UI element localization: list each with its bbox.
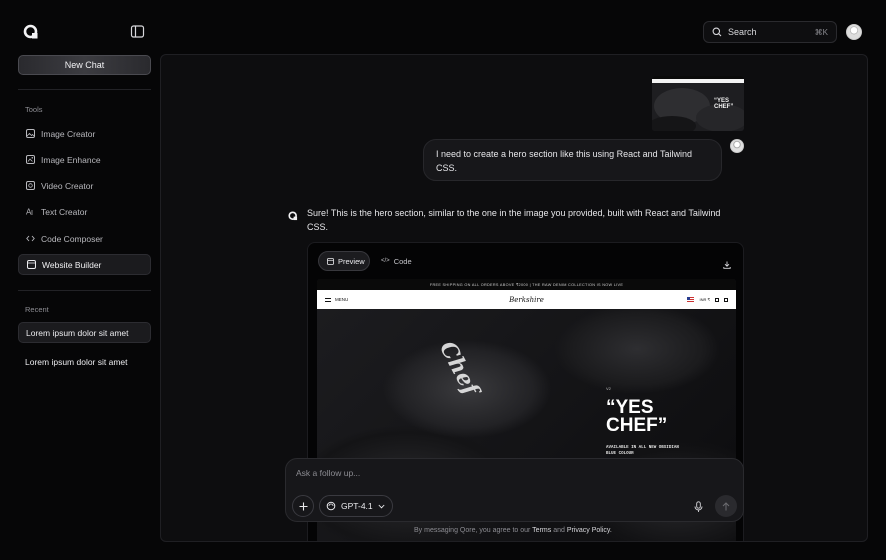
sidebar-item-label: Video Creator [41,180,94,191]
sidebar-item-image-enhance[interactable]: Image Enhance [18,149,151,170]
site-brand-logo[interactable]: Berkshire [509,296,544,304]
hero-headline: “YES CHEF” [606,397,668,436]
assistant-message: Sure! This is the hero section, similar … [307,208,721,232]
hero-cap-embroidery: Chef [434,337,484,400]
search-icon[interactable] [715,297,719,302]
tab-preview[interactable]: Preview [318,251,370,271]
website-icon [27,260,36,269]
new-chat-button[interactable]: New Chat [18,55,151,75]
microphone-icon[interactable] [694,500,703,518]
download-icon[interactable] [723,256,731,274]
code-tab-icon: </> [381,258,390,264]
chat-panel: “YES CHEF” I need to create a hero secti… [160,54,868,542]
sidebar-item-label: Image Enhance [41,154,101,165]
follow-up-input[interactable]: Ask a follow up... [296,468,360,478]
hero-eyebrow: V2 [606,386,611,391]
terms-link[interactable]: Terms [532,527,551,534]
code-icon [26,235,35,242]
attached-image-thumbnail[interactable]: “YES CHEF” [652,76,744,131]
svg-text:A: A [26,208,32,217]
text-icon: A [26,208,33,217]
model-name: GPT-4.1 [341,501,373,511]
site-menu-button[interactable]: MENU [325,297,348,302]
search-label: Search [728,27,757,37]
assistant-logo-icon [288,208,298,221]
chevron-down-icon [378,504,385,508]
site-currency[interactable]: INR ₹ [699,297,710,302]
divider [18,290,151,291]
model-selector[interactable]: GPT-4.1 [319,495,393,517]
image-enhance-icon [26,155,35,164]
sidebar-item-video-creator[interactable]: Video Creator [18,175,151,196]
user-message-bubble: I need to create a hero section like thi… [423,139,722,181]
image-icon [26,129,35,138]
search-shortcut: ⌘K [814,27,828,37]
search-icon [712,27,722,37]
menu-icon [325,297,331,302]
sidebar-item-label: Code Composer [41,233,103,244]
sidebar-item-label: Text Creator [41,206,88,217]
sidebar-item-website-builder[interactable]: Website Builder [18,254,151,275]
recent-section-label: Recent [25,305,49,314]
message-composer: Ask a follow up... GPT-4.1 [285,458,744,522]
site-announcement-banner: FREE SHIPPING ON ALL ORDERS ABOVE ₹2000 … [317,279,736,290]
site-nav-actions: INR ₹ [687,297,728,302]
sidebar-item-label: Website Builder [42,259,102,270]
attach-button[interactable] [292,495,314,517]
recent-chat-item[interactable]: Lorem ipsum dolor sit amet [18,351,151,372]
recent-chat-item[interactable]: Lorem ipsum dolor sit amet [18,322,151,343]
tab-code[interactable]: </> Code [381,251,412,271]
video-icon [26,181,35,190]
search-bar[interactable]: Search ⌘K [703,21,837,43]
sidebar-item-code-composer[interactable]: Code Composer [18,228,151,249]
tools-section-label: Tools [25,105,43,114]
tab-code-label: Code [393,256,412,266]
user-avatar[interactable] [846,24,862,40]
privacy-policy-link[interactable]: Privacy Policy. [567,527,612,534]
plus-icon [299,502,307,510]
cart-icon[interactable] [724,297,728,302]
sidebar-item-label: Image Creator [41,128,96,139]
terms-notice: By messaging Qore, you agree to our Term… [414,527,612,534]
site-navbar: MENU Berkshire INR ₹ [317,290,736,309]
site-menu-label: MENU [335,297,349,302]
user-message-avatar [730,139,744,153]
flag-icon [687,297,695,302]
divider [18,89,151,90]
sidebar-toggle-icon[interactable] [130,24,145,39]
tab-preview-label: Preview [338,256,365,266]
sidebar-item-image-creator[interactable]: Image Creator [18,123,151,144]
app-logo[interactable] [23,24,39,40]
send-button[interactable] [715,495,737,517]
svg-text:CHEF”: CHEF” [714,104,733,110]
sidebar-item-text-creator[interactable]: A Text Creator [18,201,151,222]
hero-subtext: AVAILABLE IN ALL NEW OBSIDIAN BLUE COLOU… [606,446,679,456]
arrow-up-icon [722,501,730,510]
preview-icon [327,257,334,265]
terms-and: and [553,527,565,534]
terms-prefix: By messaging Qore, you agree to our [414,527,531,534]
model-icon [326,501,336,511]
